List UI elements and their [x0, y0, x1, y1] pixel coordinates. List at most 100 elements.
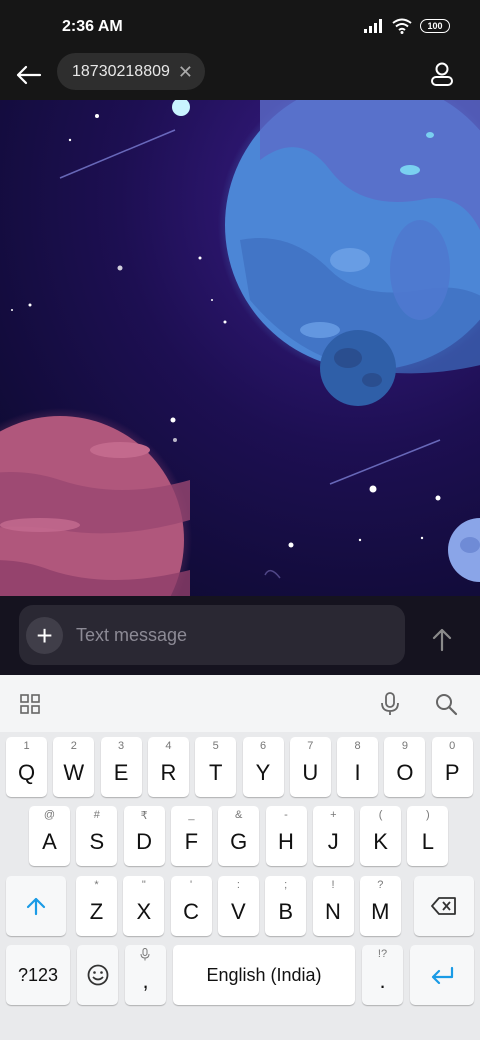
period-key[interactable]: !? .	[362, 945, 403, 1005]
comma-key-label: ,	[142, 968, 149, 993]
key-hint: *	[94, 879, 99, 891]
compose-area: + Text message	[0, 596, 480, 675]
key-t[interactable]: 5T	[195, 737, 237, 797]
moon	[320, 330, 396, 406]
search-button[interactable]	[432, 690, 460, 718]
key-n[interactable]: ! N	[312, 876, 354, 936]
key-z[interactable]: * Z	[76, 876, 117, 936]
key-q[interactable]: 1Q	[6, 737, 47, 797]
contact-button[interactable]	[426, 58, 458, 90]
key-m[interactable]: ? M	[359, 876, 401, 936]
send-button[interactable]	[426, 624, 458, 656]
apps-button[interactable]	[16, 690, 44, 718]
key-hint: #	[93, 809, 100, 821]
key-label: L	[421, 829, 435, 854]
conversation-header: 18730218809 ✕	[0, 52, 480, 100]
key-b[interactable]: ; B	[265, 876, 307, 936]
key-k[interactable]: (K	[360, 806, 402, 866]
key-hint: 6	[259, 740, 267, 752]
key-x[interactable]: " X	[123, 876, 165, 936]
add-attachment-button[interactable]: +	[26, 617, 63, 654]
key-label: B	[278, 899, 294, 924]
key-f[interactable]: _ F	[170, 806, 212, 866]
shift-key[interactable]	[6, 876, 66, 936]
key-hint: :	[236, 879, 240, 891]
key-s[interactable]: # S	[76, 806, 118, 866]
shift-icon	[26, 897, 46, 916]
key-label: W	[63, 760, 85, 785]
key-label: C	[183, 899, 200, 924]
key-u[interactable]: 7U	[289, 737, 331, 797]
key-e[interactable]: 3E	[100, 737, 142, 797]
key-hint: ₹	[140, 810, 148, 822]
message-input[interactable]: Text message	[76, 625, 187, 646]
space-key[interactable]: English (India)	[173, 945, 355, 1005]
send-arrow-icon	[432, 628, 452, 652]
key-j[interactable]: + J	[312, 806, 354, 866]
compose-box[interactable]: + Text message	[19, 605, 405, 665]
backspace-key[interactable]	[414, 876, 474, 936]
key-g[interactable]: & G	[218, 806, 260, 866]
key-a[interactable]: @ A	[29, 806, 70, 866]
key-hint: 4	[165, 740, 172, 752]
key-label: R	[160, 760, 177, 785]
recipient-chip[interactable]: 18730218809 ✕	[57, 53, 205, 90]
voice-input-button[interactable]	[376, 690, 404, 718]
key-hint: ;	[284, 879, 288, 891]
symbols-key[interactable]: ?123	[6, 945, 70, 1005]
key-label: U	[302, 760, 319, 785]
grid-icon	[20, 694, 40, 714]
signal-icon	[364, 19, 382, 33]
key-label: Y	[255, 760, 271, 785]
key-label: H	[278, 829, 294, 854]
key-r[interactable]: 4R	[147, 737, 189, 797]
key-label: P	[444, 760, 460, 785]
key-hint: +	[330, 809, 337, 821]
key-hint: 5	[212, 740, 219, 752]
space-key-label: English (India)	[206, 964, 322, 985]
key-v[interactable]: :V	[217, 876, 259, 936]
backspace-icon	[431, 897, 456, 915]
key-o[interactable]: 9O	[384, 737, 426, 797]
key-label: N	[325, 899, 341, 924]
space-wallpaper	[0, 100, 480, 596]
key-label: E	[113, 760, 129, 785]
key-label: V	[231, 899, 246, 924]
person-icon	[431, 62, 453, 86]
period-key-label: .	[379, 968, 386, 993]
back-arrow-icon	[16, 65, 42, 85]
key-hint: 7	[307, 740, 314, 752]
key-w[interactable]: 2W	[53, 737, 95, 797]
key-hint: '	[190, 879, 193, 891]
key-label: M	[371, 899, 390, 924]
key-label: G	[230, 829, 248, 854]
key-i[interactable]: 8I	[337, 737, 379, 797]
key-p[interactable]: 0P	[431, 737, 473, 797]
key-label: A	[42, 829, 57, 854]
key-label: X	[136, 899, 152, 924]
back-button[interactable]	[12, 58, 46, 92]
battery-level: 100	[427, 21, 443, 31]
key-hint: 3	[118, 740, 125, 752]
key-hint: ?	[377, 879, 384, 891]
key-c[interactable]: ' C	[170, 876, 212, 936]
key-l[interactable]: ) L	[407, 806, 449, 866]
key-label: O	[396, 760, 414, 785]
keyboard-toolbar	[0, 675, 480, 732]
key-h[interactable]: -H	[265, 806, 307, 866]
status-icons: 100	[364, 18, 450, 34]
key-hint: _	[188, 809, 195, 821]
symbols-key-label: ?123	[17, 964, 59, 985]
emoji-key[interactable]	[77, 945, 118, 1005]
comma-key[interactable]: ,	[125, 945, 166, 1005]
plus-icon: +	[36, 619, 53, 651]
key-y[interactable]: 6Y	[242, 737, 284, 797]
key-label: T	[208, 760, 223, 785]
key-label: Z	[89, 899, 104, 924]
key-hint: !	[331, 879, 335, 891]
key-hint: 1	[23, 740, 30, 752]
enter-key[interactable]	[410, 945, 474, 1005]
remove-recipient-icon[interactable]: ✕	[178, 63, 193, 81]
key-d[interactable]: ₹ D	[123, 806, 165, 866]
key-hint: 2	[70, 740, 77, 752]
